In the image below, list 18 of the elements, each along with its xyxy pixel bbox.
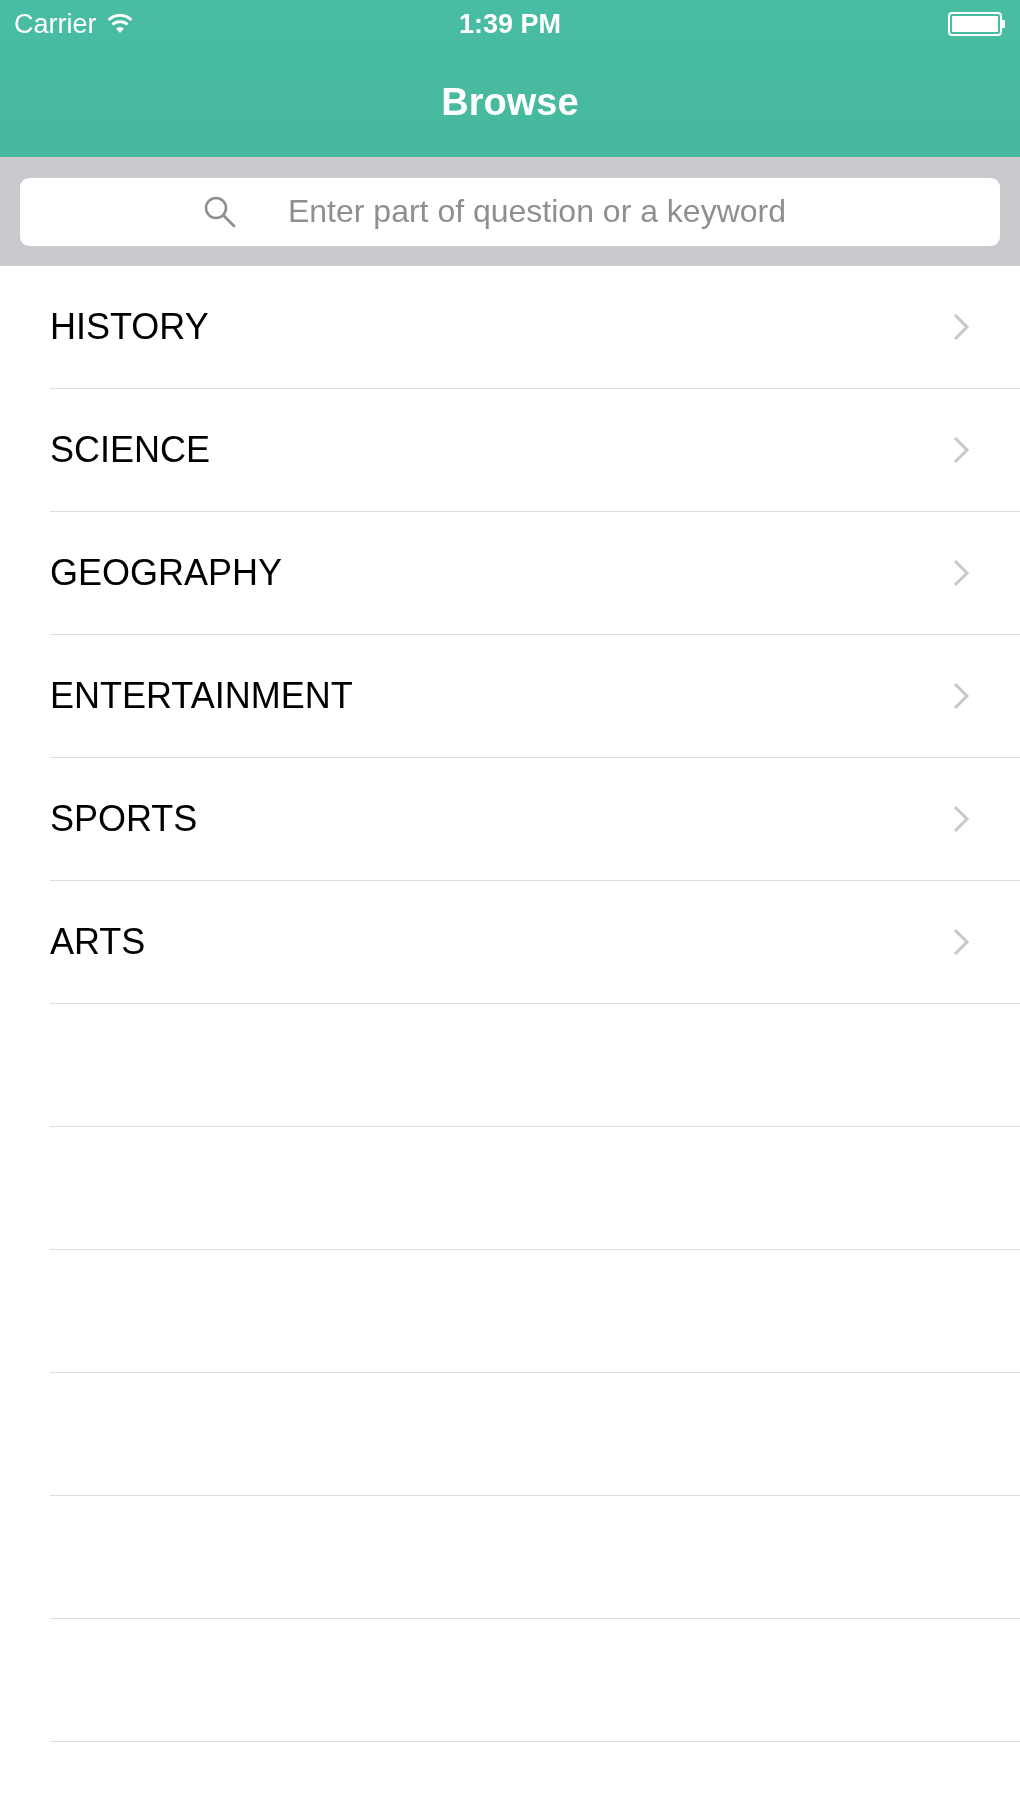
wifi-icon bbox=[106, 14, 133, 34]
category-row[interactable]: ENTERTAINMENT bbox=[50, 635, 1020, 758]
chevron-icon bbox=[952, 681, 970, 711]
chevron-icon bbox=[952, 435, 970, 465]
search-field[interactable]: Enter part of question or a keyword bbox=[20, 177, 1000, 246]
battery-icon bbox=[948, 12, 1006, 36]
status-time: 1:39 PM bbox=[458, 8, 561, 40]
screen-title: Browse bbox=[441, 81, 579, 124]
carrier-name: Carrier bbox=[14, 8, 97, 40]
chevron-icon bbox=[952, 312, 970, 342]
category-row[interactable]: ARTS bbox=[50, 881, 1020, 1004]
chevron-icon bbox=[952, 558, 970, 588]
category-row[interactable]: HISTORY bbox=[50, 266, 1020, 389]
chevron-icon bbox=[952, 804, 970, 834]
category-row[interactable]: GEOGRAPHY bbox=[50, 512, 1020, 635]
chevron-icon bbox=[952, 927, 970, 957]
category-row[interactable]: SPORTS bbox=[50, 758, 1020, 881]
category-row[interactable]: SCIENCE bbox=[50, 389, 1020, 512]
